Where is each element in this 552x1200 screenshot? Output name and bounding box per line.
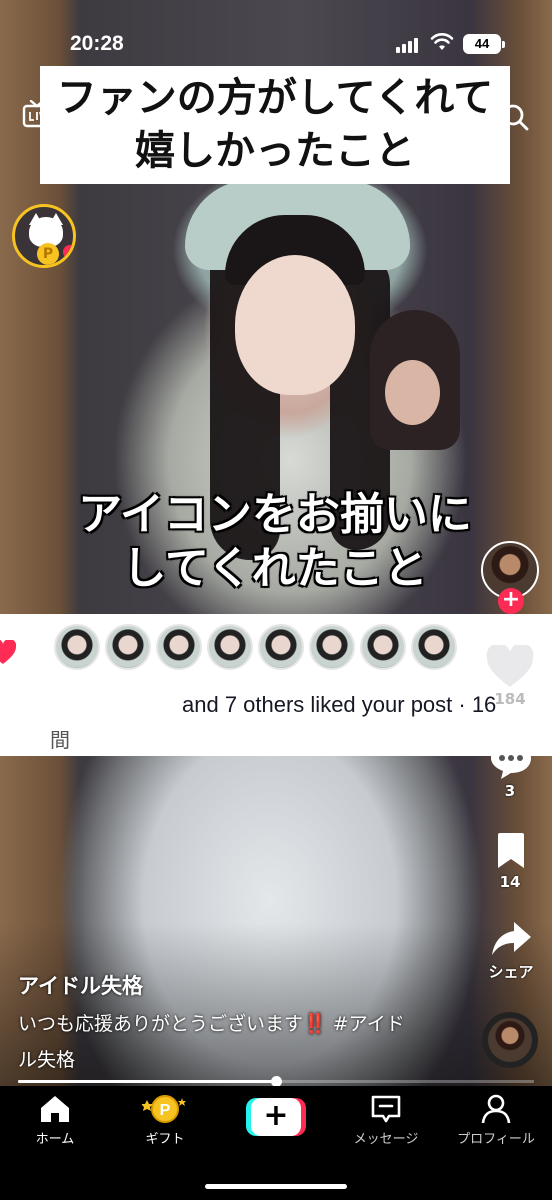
double-exclamation-icon: ‼️ bbox=[303, 1013, 327, 1035]
home-indicator bbox=[205, 1184, 347, 1189]
music-disc[interactable] bbox=[482, 1012, 538, 1068]
like-count: 184 bbox=[494, 690, 526, 708]
liker-avatars bbox=[54, 624, 462, 672]
svg-text:P: P bbox=[160, 1102, 171, 1119]
status-bar: 20:28 44 bbox=[0, 28, 552, 64]
caption-top-line2: 嬉しかったこと bbox=[135, 129, 415, 173]
cellular-signal-icon bbox=[396, 34, 420, 53]
message-icon bbox=[371, 1095, 401, 1123]
liker-avatar bbox=[411, 624, 457, 670]
nav-messages-label: メッセージ bbox=[353, 1132, 419, 1147]
gift-coin-icon: P bbox=[142, 1095, 186, 1123]
video-figure-face bbox=[235, 255, 355, 395]
bookmark-icon[interactable] bbox=[495, 832, 527, 870]
share-arrow-icon[interactable] bbox=[490, 920, 532, 958]
comment-count: 3 bbox=[504, 782, 516, 800]
battery-indicator: 44 bbox=[463, 34, 505, 54]
nav-gift-label: ギフト bbox=[145, 1132, 185, 1147]
liker-avatar bbox=[105, 624, 151, 670]
coin-icon: P bbox=[37, 243, 59, 265]
nav-profile-label: プロフィール bbox=[457, 1132, 535, 1147]
liker-avatar bbox=[54, 624, 100, 670]
liker-avatar bbox=[156, 624, 202, 670]
liker-avatar bbox=[207, 624, 253, 670]
heart-icon bbox=[0, 640, 16, 664]
notification-time-unit: 間 bbox=[50, 728, 70, 752]
follow-button[interactable]: + bbox=[498, 588, 524, 614]
status-time: 20:28 bbox=[70, 32, 124, 55]
liker-avatar bbox=[258, 624, 304, 670]
post-description: いつも応援ありがとうございます‼️ #アイドル失格 bbox=[18, 1006, 418, 1078]
liked-notification-text: and 7 others liked your post · 16 bbox=[182, 692, 497, 717]
video-caption-top: ファンの方がしてくれて 嬉しかったこと bbox=[40, 66, 510, 184]
desc-text: いつも応援ありがとうございます bbox=[18, 1013, 304, 1035]
profile-icon bbox=[481, 1094, 511, 1124]
author-name[interactable]: アイドル失格 bbox=[18, 970, 143, 1000]
home-icon bbox=[41, 1096, 69, 1122]
caption-top-line1: ファンの方がしてくれて bbox=[56, 76, 494, 120]
nav-messages[interactable]: メッセージ bbox=[331, 1094, 441, 1147]
bottom-navigation: ホーム P ギフト + メッセージ プロフィール bbox=[0, 1086, 552, 1200]
create-post-button[interactable]: + bbox=[246, 1098, 306, 1136]
bookmark-count: 14 bbox=[499, 873, 521, 891]
liked-notification-banner[interactable]: and 7 others liked your post · 16 間 bbox=[0, 614, 552, 756]
nav-home-label: ホーム bbox=[35, 1132, 75, 1147]
rewards-cat-icon[interactable]: P bbox=[12, 204, 76, 268]
video-progress-fill bbox=[18, 1080, 276, 1083]
nav-profile[interactable]: プロフィール bbox=[441, 1094, 551, 1147]
wifi-icon bbox=[430, 33, 454, 50]
nav-gift[interactable]: P ギフト bbox=[110, 1094, 220, 1147]
liker-avatar bbox=[360, 624, 406, 670]
nav-home[interactable]: ホーム bbox=[0, 1094, 110, 1147]
video-background-face bbox=[385, 360, 440, 425]
liker-avatar bbox=[309, 624, 355, 670]
caption-mid-line1: アイコンをお揃いに bbox=[78, 490, 472, 539]
video-caption-middle: アイコンをお揃いに してくれたこと bbox=[60, 488, 490, 596]
plus-icon: + bbox=[251, 1098, 301, 1136]
caption-mid-line2: してくれたこと bbox=[122, 544, 428, 593]
share-label: シェア bbox=[488, 963, 534, 981]
comment-icon[interactable] bbox=[489, 740, 533, 780]
like-heart-icon[interactable] bbox=[486, 645, 534, 689]
